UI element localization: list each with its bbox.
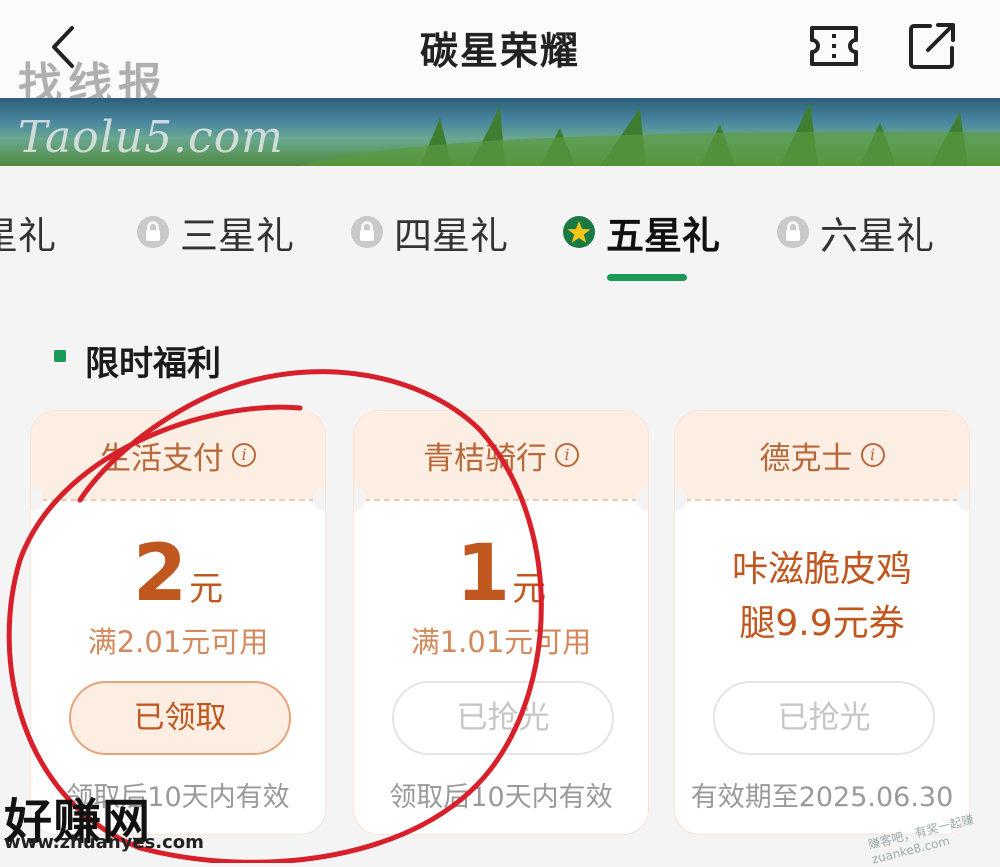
- divider: [364, 499, 638, 501]
- coupon-header: 生活支付 i: [31, 411, 325, 499]
- claimed-button[interactable]: 已领取: [69, 681, 291, 755]
- coupon-card-life-pay[interactable]: 生活支付 i 2元 满2.01元可用 已领取 领取后10天内有效: [30, 410, 326, 835]
- tab-six-star[interactable]: 六星礼: [776, 206, 934, 258]
- star-badge-icon: [563, 216, 595, 248]
- coupon-validity: 有效期至2025.06.30: [690, 782, 954, 813]
- share-icon[interactable]: [906, 20, 958, 72]
- watermark-bottom-url: www.zhuanyes.com: [4, 832, 204, 853]
- divider: [685, 499, 959, 501]
- lock-icon: [351, 216, 383, 248]
- lock-icon: [777, 216, 809, 248]
- coupon-name: 生活支付: [100, 440, 224, 477]
- tab-five-star[interactable]: 五星礼: [562, 206, 720, 258]
- amount-unit: 元: [512, 569, 547, 609]
- tab-two-star[interactable]: 星礼: [0, 206, 56, 258]
- tab-three-star[interactable]: 三星礼: [136, 206, 294, 258]
- coupon-header: 德克士 i: [675, 411, 969, 499]
- section-title: 限时福利: [85, 344, 221, 384]
- description-line: 腿9.9元券: [739, 603, 905, 644]
- coupon-card-dicos[interactable]: 德克士 i 咔滋脆皮鸡 腿9.9元券 已抢光 有效期至2025.06.30: [674, 410, 970, 835]
- coupon-name: 青桔骑行: [423, 440, 547, 477]
- coupon-header: 青桔骑行 i: [354, 411, 648, 499]
- ticket-notch: [957, 487, 969, 511]
- info-icon[interactable]: i: [860, 443, 885, 467]
- info-icon[interactable]: i: [555, 443, 579, 467]
- coupon-card-qingju[interactable]: 青桔骑行 i 1元 满1.01元可用 已抢光 领取后10天内有效: [353, 410, 649, 835]
- description-line: 咔滋脆皮鸡: [731, 549, 912, 590]
- sold-out-button[interactable]: 已抢光: [713, 681, 935, 755]
- coupon-amount: 2元: [31, 529, 325, 619]
- coupon-condition: 满1.01元可用: [410, 625, 592, 659]
- section-marker: [54, 350, 66, 362]
- watermark-url: Taolu5.com: [18, 112, 284, 163]
- coupon-condition: 满2.01元可用: [87, 625, 269, 659]
- coupon-name: 德克士: [759, 440, 853, 477]
- coupon-amount: 1元: [354, 529, 648, 619]
- coupon-validity: 领取后10天内有效: [389, 782, 613, 813]
- info-icon[interactable]: i: [232, 443, 256, 467]
- amount-value: 2: [132, 529, 188, 619]
- divider: [41, 499, 315, 501]
- ticket-notch: [313, 487, 325, 511]
- ticket-icon[interactable]: [808, 20, 860, 72]
- ticket-notch: [636, 487, 648, 511]
- tab-bar: 星礼 三星礼 四星礼 五星礼 六星礼: [0, 166, 1000, 286]
- lock-icon: [137, 216, 169, 248]
- coupon-description: 咔滋脆皮鸡 腿9.9元券: [675, 543, 969, 651]
- active-tab-indicator: [607, 274, 687, 281]
- sold-out-button[interactable]: 已抢光: [392, 681, 614, 755]
- amount-unit: 元: [189, 569, 224, 609]
- amount-value: 1: [455, 529, 511, 619]
- tab-four-star[interactable]: 四星礼: [350, 206, 508, 258]
